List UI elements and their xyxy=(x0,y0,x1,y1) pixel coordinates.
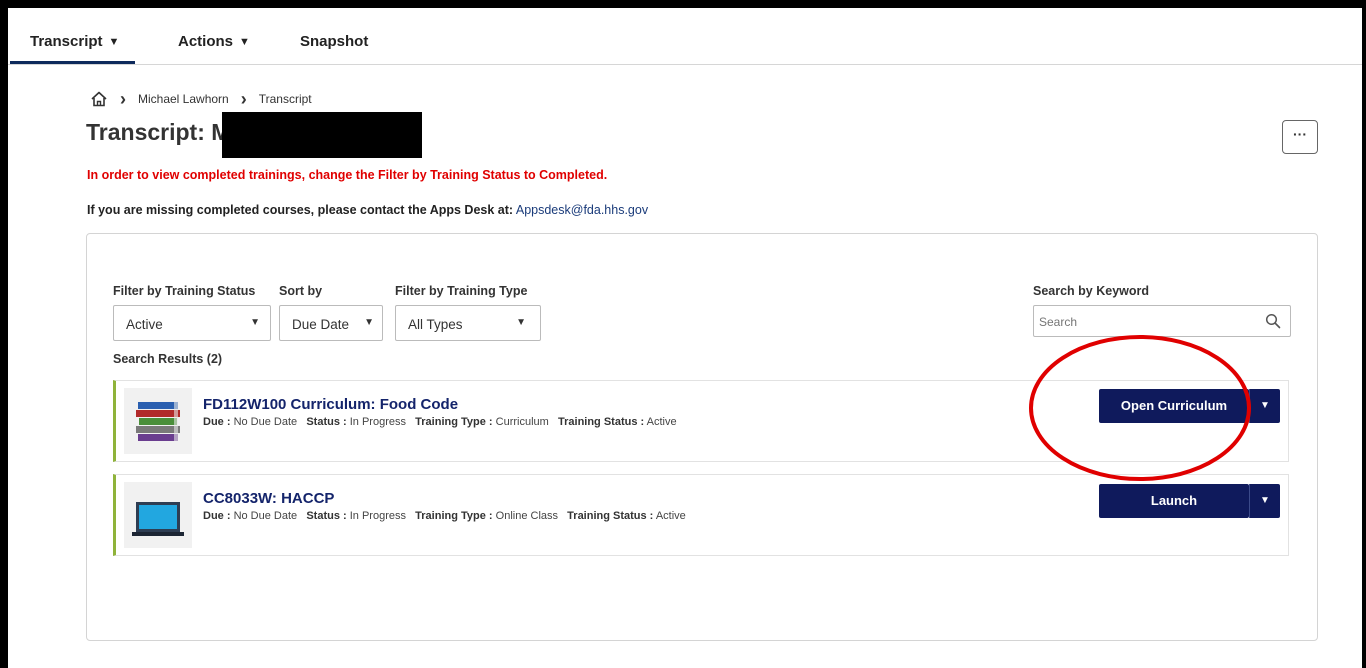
meta-value: Active xyxy=(646,416,677,428)
select-value: Due Date xyxy=(292,317,350,332)
transcript-card: Filter by Training Status Sort by Filter… xyxy=(86,233,1318,641)
meta-label: Due : xyxy=(203,510,231,522)
type-filter-label: Filter by Training Type xyxy=(395,284,528,298)
select-value: All Types xyxy=(408,317,463,332)
search-icon[interactable] xyxy=(1265,313,1281,329)
select-value: Active xyxy=(126,317,163,332)
transcript-row: FD112W100 Curriculum: Food Code Due : No… xyxy=(113,380,1289,462)
top-nav: Transcript ▼ Actions ▼ Snapshot xyxy=(8,8,1362,65)
meta-label: Status : xyxy=(306,416,347,428)
tab-label: Transcript xyxy=(30,33,103,50)
meta-label: Training Status : xyxy=(558,416,645,428)
chevron-down-icon: ▼ xyxy=(250,317,260,328)
meta-value: In Progress xyxy=(349,416,406,428)
laptop-icon xyxy=(124,482,192,548)
breadcrumb: › Michael Lawhorn › Transcript xyxy=(90,90,312,108)
breadcrumb-link-user[interactable]: Michael Lawhorn xyxy=(138,92,229,106)
training-meta: Due : No Due Date Status : In Progress T… xyxy=(203,416,677,428)
launch-options-button[interactable]: ▼ xyxy=(1249,484,1280,518)
home-icon[interactable] xyxy=(90,91,108,107)
breadcrumb-current: Transcript xyxy=(258,92,312,106)
breadcrumb-separator: › xyxy=(240,89,247,109)
page-frame: Transcript ▼ Actions ▼ Snapshot › Michael … xyxy=(8,8,1362,668)
apps-desk-email-link[interactable]: Appsdesk@fda.hhs.gov xyxy=(516,203,648,217)
chevron-down-icon: ▼ xyxy=(516,317,526,328)
meta-label: Training Type : xyxy=(415,416,493,428)
missing-courses-info: If you are missing completed courses, pl… xyxy=(87,203,648,217)
training-status-select[interactable]: Active ▼ xyxy=(113,305,271,341)
launch-button[interactable]: Launch xyxy=(1099,484,1249,518)
search-results-count: Search Results (2) xyxy=(113,352,223,366)
chevron-down-icon: ▼ xyxy=(364,317,374,328)
meta-label: Status : xyxy=(306,510,347,522)
training-title-link[interactable]: FD112W100 Curriculum: Food Code xyxy=(203,396,458,413)
caret-down-icon: ▼ xyxy=(108,36,120,48)
meta-value: Online Class xyxy=(495,510,558,522)
tab-label: Actions xyxy=(178,33,234,50)
status-filter-label: Filter by Training Status xyxy=(113,284,256,298)
page-title: Transcript: M xyxy=(86,119,231,145)
training-meta: Due : No Due Date Status : In Progress T… xyxy=(203,510,686,522)
caret-down-icon: ▼ xyxy=(1260,495,1270,506)
more-options-button[interactable]: ··· xyxy=(1282,120,1318,154)
books-icon xyxy=(124,388,192,454)
redaction-box xyxy=(222,112,422,158)
info-text: If you are missing completed courses, pl… xyxy=(87,203,514,217)
completed-trainings-alert: In order to view completed trainings, ch… xyxy=(87,168,608,182)
meta-value: No Due Date xyxy=(233,510,298,522)
meta-label: Training Type : xyxy=(415,510,493,522)
caret-down-icon: ▼ xyxy=(239,36,250,48)
caret-down-icon: ▼ xyxy=(1260,400,1270,411)
meta-value: Active xyxy=(655,510,686,522)
tab-snapshot[interactable]: Snapshot xyxy=(300,8,368,64)
open-curriculum-button[interactable]: Open Curriculum xyxy=(1099,389,1249,423)
meta-value: Curriculum xyxy=(495,416,549,428)
ellipsis-icon: ··· xyxy=(1293,126,1307,142)
search-input[interactable] xyxy=(1037,307,1251,337)
sort-by-select[interactable]: Due Date ▼ xyxy=(279,305,383,341)
transcript-row: CC8033W: HACCP Due : No Due Date Status … xyxy=(113,474,1289,556)
tab-transcript[interactable]: Transcript ▼ xyxy=(9,8,136,64)
meta-value: In Progress xyxy=(349,510,406,522)
meta-value: No Due Date xyxy=(233,416,298,428)
tab-label: Snapshot xyxy=(300,33,369,50)
training-type-select[interactable]: All Types ▼ xyxy=(395,305,541,341)
breadcrumb-separator: › xyxy=(120,89,126,109)
meta-label: Due : xyxy=(203,416,231,428)
sort-by-label: Sort by xyxy=(279,284,323,298)
training-title-link[interactable]: CC8033W: HACCP xyxy=(203,490,334,507)
keyword-search-label: Search by Keyword xyxy=(1033,284,1150,298)
tab-actions[interactable]: Actions ▼ xyxy=(178,8,250,64)
meta-label: Training Status : xyxy=(567,510,654,522)
keyword-search-box xyxy=(1033,305,1291,337)
open-curriculum-options-button[interactable]: ▼ xyxy=(1249,389,1280,423)
